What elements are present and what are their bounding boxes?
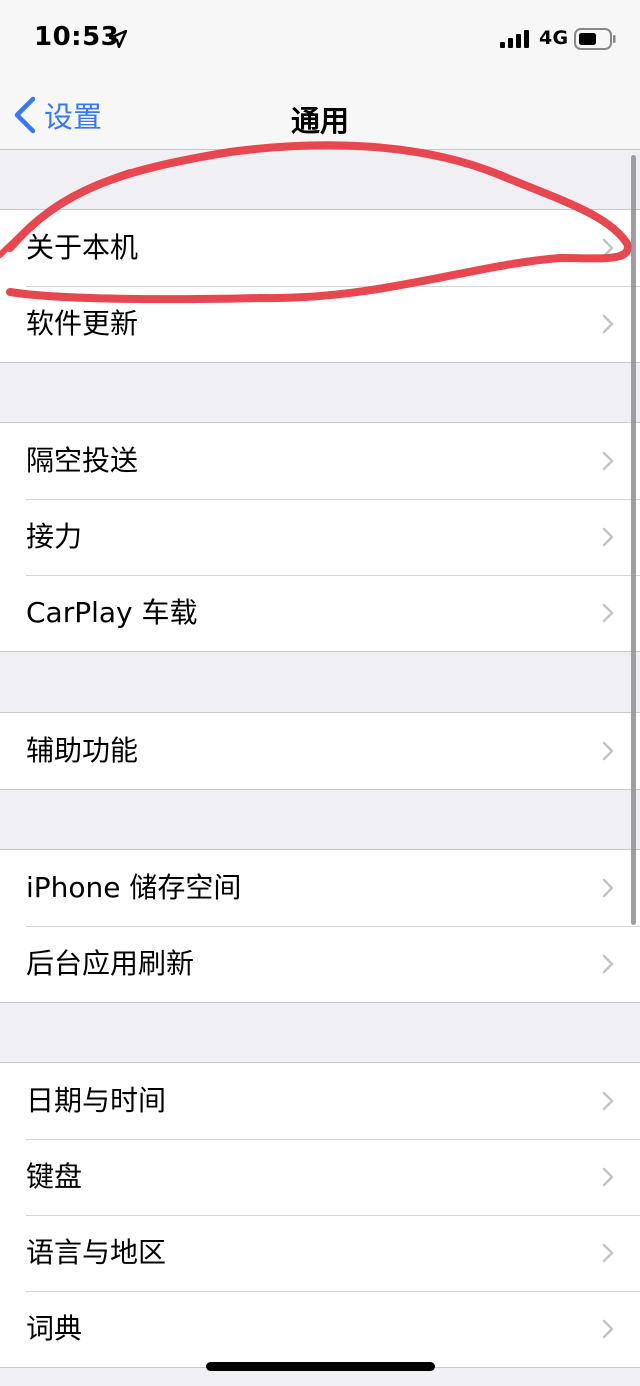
status-time: 10:53: [34, 22, 120, 52]
settings-row-language-region[interactable]: 语言与地区: [0, 1215, 640, 1291]
status-bar: 10:53 4G: [0, 0, 640, 80]
row-label: iPhone 储存空间: [26, 871, 242, 904]
settings-row-airdrop[interactable]: 隔空投送: [0, 423, 640, 499]
settings-row-dictionary[interactable]: 词典: [0, 1291, 640, 1367]
row-label: 接力: [26, 520, 83, 553]
network-type: 4G: [539, 27, 569, 49]
settings-group-4: iPhone 储存空间 后台应用刷新: [0, 849, 640, 1003]
settings-row-date-time[interactable]: 日期与时间: [0, 1063, 640, 1139]
chevron-right-icon: [602, 238, 614, 258]
chevron-right-icon: [602, 741, 614, 761]
settings-row-accessibility[interactable]: 辅助功能: [0, 713, 640, 789]
row-label: CarPlay 车载: [26, 596, 198, 629]
chevron-right-icon: [602, 878, 614, 898]
chevron-right-icon: [602, 314, 614, 334]
settings-row-about[interactable]: 关于本机: [0, 210, 640, 286]
row-label: 软件更新: [26, 307, 139, 340]
chevron-right-icon: [602, 1319, 614, 1339]
row-label: 日期与时间: [26, 1084, 167, 1117]
cellular-signal-icon: [500, 30, 529, 48]
row-label: 语言与地区: [26, 1236, 167, 1269]
battery-icon: [574, 28, 616, 50]
settings-row-carplay[interactable]: CarPlay 车载: [0, 575, 640, 651]
row-label: 关于本机: [26, 231, 139, 264]
chevron-right-icon: [602, 603, 614, 623]
settings-row-background-refresh[interactable]: 后台应用刷新: [0, 926, 640, 1002]
chevron-right-icon: [602, 451, 614, 471]
chevron-right-icon: [602, 1243, 614, 1263]
home-indicator[interactable]: [206, 1362, 435, 1371]
row-label: 后台应用刷新: [26, 947, 195, 980]
navigation-bar: 设置 通用: [0, 80, 640, 150]
scroll-indicator[interactable]: [631, 155, 636, 925]
chevron-right-icon: [602, 527, 614, 547]
settings-row-software-update[interactable]: 软件更新: [0, 286, 640, 362]
row-label: 隔空投送: [26, 444, 139, 477]
settings-group-1: 关于本机 软件更新: [0, 209, 640, 363]
row-label: 键盘: [26, 1160, 83, 1193]
settings-group-5: 日期与时间 键盘 语言与地区 词典: [0, 1062, 640, 1368]
settings-row-iphone-storage[interactable]: iPhone 储存空间: [0, 850, 640, 926]
row-label: 词典: [26, 1312, 83, 1345]
settings-row-keyboard[interactable]: 键盘: [0, 1139, 640, 1215]
settings-group-2: 隔空投送 接力 CarPlay 车载: [0, 422, 640, 652]
location-arrow-icon: [109, 30, 127, 48]
chevron-right-icon: [602, 1167, 614, 1187]
page-title: 通用: [290, 104, 349, 138]
chevron-right-icon: [602, 954, 614, 974]
settings-group-3: 辅助功能: [0, 712, 640, 790]
row-label: 辅助功能: [26, 734, 139, 767]
chevron-right-icon: [602, 1091, 614, 1111]
settings-row-handoff[interactable]: 接力: [0, 499, 640, 575]
